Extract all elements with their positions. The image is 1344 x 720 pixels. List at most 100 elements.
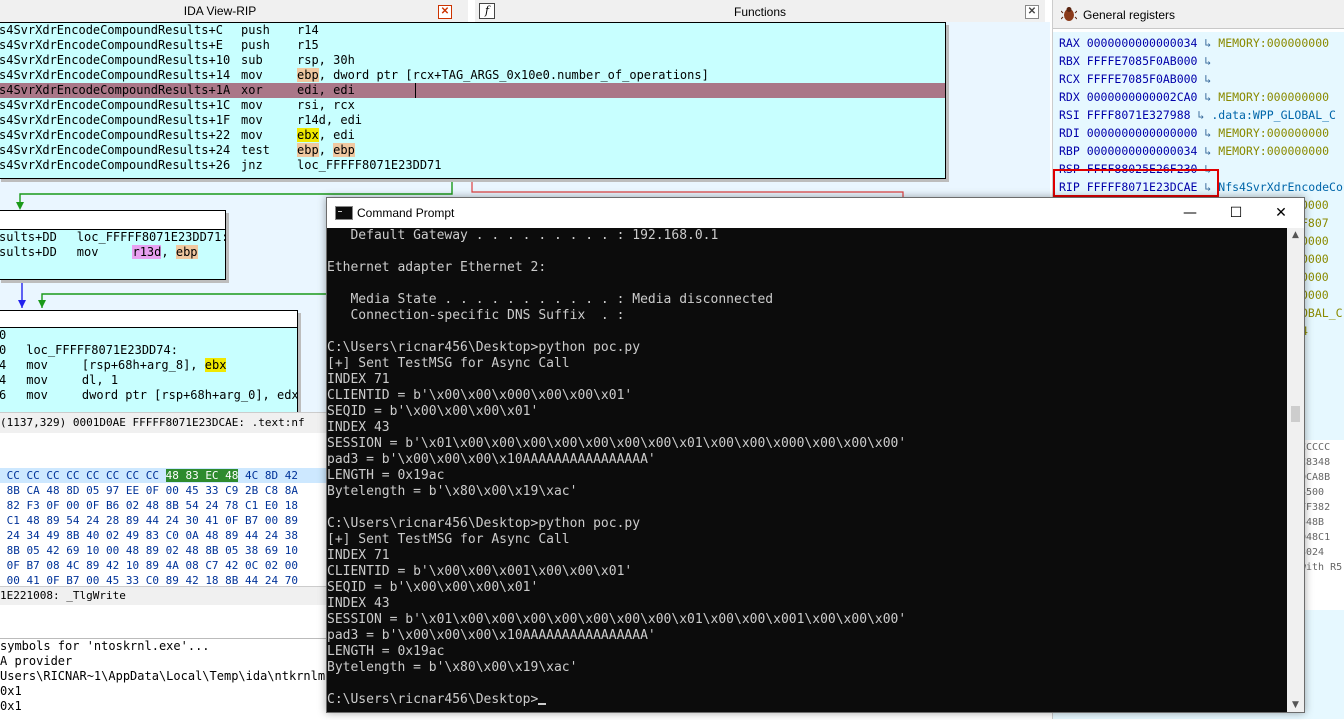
hex-row[interactable]: 8B CA 48 8D 05 97 EE 0F 00 45 33 C9 2B C… bbox=[0, 483, 330, 498]
asm-mnemonic: mov bbox=[26, 358, 48, 372]
register-value[interactable]: FFFFE7085F0AB000 bbox=[1087, 54, 1205, 68]
jump-arrow-icon[interactable]: ↳ bbox=[1204, 54, 1218, 68]
terminal-line: Ethernet adapter Ethernet 2: bbox=[327, 260, 547, 275]
register-value[interactable]: 0000000000002CA0 bbox=[1087, 90, 1205, 104]
close-icon[interactable]: ✕ bbox=[1025, 5, 1039, 19]
asm-line[interactable]: s4SvrXdrEncodeCompoundResults+E push r15 bbox=[0, 38, 945, 53]
register-value[interactable]: 0000000000000034 bbox=[1087, 144, 1205, 158]
register-row-rbx[interactable]: RBX FFFFE7085F0AB000 ↳ bbox=[1059, 52, 1218, 70]
hex-bytes: 8B 54 24 78 C1 E0 18 bbox=[165, 499, 299, 512]
asm-line[interactable]: s4SvrXdrEncodeCompoundResults+1F mov r14d,… bbox=[0, 113, 945, 128]
hex-row[interactable]: 8B 05 42 69 10 00 48 89 02 48 8B 05 38 6… bbox=[0, 543, 330, 558]
hex-fragment: CCCCC bbox=[1300, 442, 1331, 453]
scrollbar-thumb[interactable] bbox=[1291, 406, 1300, 422]
register-fragment: 0000 bbox=[1301, 234, 1329, 248]
scroll-up-icon[interactable]: ▲ bbox=[1287, 228, 1304, 242]
jump-arrow-icon[interactable]: ↳ bbox=[1204, 144, 1218, 158]
registers-title: General registers bbox=[1083, 8, 1176, 22]
asm-line[interactable]: s4SvrXdrEncodeCompoundResults+14 mov ebp, … bbox=[0, 68, 945, 83]
asm-line[interactable]: 4 mov [rsp+68h+arg_8], ebx bbox=[0, 358, 297, 373]
output-line: A provider bbox=[0, 654, 73, 668]
jump-arrow-icon[interactable]: ↳ bbox=[1197, 108, 1211, 122]
asm-operand: rsi, rcx bbox=[297, 98, 355, 112]
terminal-cursor bbox=[538, 703, 547, 705]
jump-arrow-icon[interactable]: ↳ bbox=[1204, 72, 1218, 86]
minimize-button[interactable]: — bbox=[1167, 198, 1213, 228]
asm-line[interactable]: 4 mov dl, 1 bbox=[0, 373, 297, 388]
asm-line[interactable]: s4SvrXdrEncodeCompoundResults+24 test ebp,… bbox=[0, 143, 945, 158]
hex-row[interactable]: 82 F3 0F 00 0F B6 02 48 8B 54 24 78 C1 E… bbox=[0, 498, 330, 513]
register-fragment: OBAL_C bbox=[1301, 306, 1343, 320]
terminal-scrollbar[interactable]: ▲ ▼ bbox=[1287, 228, 1304, 712]
asm-mnemonic: mov bbox=[241, 68, 263, 82]
jump-arrow-icon[interactable]: ↳ bbox=[1204, 36, 1218, 50]
asm-operand: ebx bbox=[204, 358, 227, 372]
hex-fragment: 548B bbox=[1300, 517, 1325, 528]
register-row-rbp[interactable]: RBP 0000000000000034 ↳ MEMORY:000000000 bbox=[1059, 142, 1329, 160]
block-header bbox=[0, 211, 225, 230]
asm-address: s4SvrXdrEncodeCompoundResults+1A bbox=[0, 83, 231, 97]
asm-operands: r14d, edi bbox=[297, 113, 362, 128]
asm-line[interactable]: 6 mov dword ptr [rsp+68h+arg_0], edx bbox=[0, 388, 299, 403]
asm-address: sults+DD bbox=[0, 245, 57, 259]
terminal-line: SESSION = b'\x01\x00\x00\x00\x00\x00\x00… bbox=[327, 436, 907, 451]
register-value[interactable]: FFFF8071E327988 bbox=[1087, 108, 1198, 122]
hex-row[interactable]: CC CC CC CC CC CC CC CC 48 83 EC 48 4C 8… bbox=[0, 468, 330, 483]
terminal-line: INDEX 71 bbox=[327, 372, 390, 387]
register-row-rcx[interactable]: RCX FFFFE7085F0AB000 ↳ bbox=[1059, 70, 1218, 88]
asm-mnemonic: mov bbox=[241, 128, 263, 142]
terminal-line: LENGTH = 0x19ac bbox=[327, 468, 445, 483]
functions-tab[interactable]: f Functions ✕ bbox=[475, 0, 1045, 23]
asm-line[interactable]: s4SvrXdrEncodeCompoundResults+10 sub rsp, … bbox=[0, 53, 945, 68]
asm-mnemonic: mov bbox=[241, 98, 263, 112]
asm-operand: ebx bbox=[297, 128, 319, 142]
asm-line[interactable]: s4SvrXdrEncodeCompoundResults+C push r14 bbox=[0, 23, 945, 38]
hex-row[interactable]: C1 48 89 54 24 28 89 44 24 30 41 0F B7 0… bbox=[0, 513, 330, 528]
register-name: RBX bbox=[1059, 54, 1087, 68]
asm-line[interactable]: s4SvrXdrEncodeCompoundResults+1C mov rsi, … bbox=[0, 98, 945, 113]
command-prompt-window[interactable]: Command Prompt — ☐ ✕ Default Gateway . .… bbox=[326, 197, 1305, 713]
asm-line[interactable]: s4SvrXdrEncodeCompoundResults+26 jnz loc_F… bbox=[0, 158, 945, 173]
register-value[interactable]: 0000000000000000 bbox=[1087, 126, 1205, 140]
terminal-line: [+] Sent TestMSG for Async Call bbox=[327, 356, 570, 371]
asm-address: s4SvrXdrEncodeCompoundResults+C bbox=[0, 23, 223, 37]
terminal-line: INDEX 43 bbox=[327, 420, 390, 435]
maximize-button[interactable]: ☐ bbox=[1213, 198, 1259, 228]
asm-line[interactable]: 0 bbox=[0, 328, 297, 343]
output-window[interactable]: symbols for 'ntoskrnl.exe'... A provider U… bbox=[0, 638, 340, 720]
ida-view-tab[interactable]: IDA View-RIP ✕ bbox=[0, 0, 468, 23]
asm-label: loc_FFFFF8071E23DD71: bbox=[76, 230, 229, 244]
asm-line[interactable]: 0 loc_FFFFF8071E23DD74: bbox=[0, 343, 297, 358]
cmd-titlebar[interactable]: Command Prompt — ☐ ✕ bbox=[327, 198, 1304, 228]
asm-line[interactable]: sults+DD loc_FFFFF8071E23DD71: bbox=[0, 230, 229, 245]
asm-line[interactable]: sults+DD mov r13d, ebp bbox=[0, 245, 225, 260]
register-value[interactable]: 0000000000000034 bbox=[1087, 36, 1205, 50]
close-icon[interactable]: ✕ bbox=[438, 5, 452, 19]
jump-arrow-icon[interactable]: ↳ bbox=[1204, 126, 1218, 140]
terminal-output[interactable]: Default Gateway . . . . . . . . . : 192.… bbox=[327, 228, 1287, 712]
hex-view[interactable]: CC CC CC CC CC CC CC CC 48 83 EC 48 4C 8… bbox=[0, 468, 330, 587]
code-block-main[interactable]: s4SvrXdrEncodeCompoundResults+C push r14 s4… bbox=[0, 22, 946, 179]
register-row-rdx[interactable]: RDX 0000000000002CA0 ↳ MEMORY:000000000 bbox=[1059, 88, 1329, 106]
register-row-rsi[interactable]: RSI FFFF8071E327988 ↳ .data:WPP_GLOBAL_C bbox=[1059, 106, 1336, 124]
asm-address: 4 bbox=[0, 373, 7, 387]
register-fragment: F807 bbox=[1301, 216, 1329, 230]
hex-row[interactable]: 0F B7 08 4C 89 42 10 89 4A 08 C7 42 0C 0… bbox=[0, 558, 330, 573]
asm-line[interactable]: s4SvrXdrEncodeCompoundResults+1A xor edi, … bbox=[0, 83, 945, 98]
asm-operands: loc_FFFFF8071E23DD71 bbox=[297, 158, 442, 173]
close-button[interactable]: ✕ bbox=[1258, 198, 1304, 228]
code-block-loc-dd71[interactable]: sults+DD loc_FFFFF8071E23DD71: sults+DD mov… bbox=[0, 210, 229, 280]
register-comment: MEMORY:000000000 bbox=[1218, 36, 1330, 50]
scroll-down-icon[interactable]: ▼ bbox=[1287, 698, 1304, 712]
asm-line[interactable]: s4SvrXdrEncodeCompoundResults+22 mov ebx, … bbox=[0, 128, 945, 143]
output-line: symbols for 'ntoskrnl.exe'... bbox=[0, 639, 210, 653]
asm-operand: , dword ptr [rcx+TAG_ARGS_0x10e0.number_… bbox=[318, 68, 709, 82]
code-block-loc-dd74[interactable]: 0 0 loc_FFFFF8071E23DD74: 4 mov [rsp+68h+arg_… bbox=[0, 310, 299, 422]
register-row-rax[interactable]: RAX 0000000000000034 ↳ MEMORY:000000000 bbox=[1059, 34, 1329, 52]
register-comment: MEMORY:000000000 bbox=[1218, 144, 1330, 158]
register-value[interactable]: FFFFE7085F0AB000 bbox=[1087, 72, 1205, 86]
hex-row[interactable]: 24 34 49 8B 40 02 49 83 C0 0A 48 89 44 2… bbox=[0, 528, 330, 543]
jump-arrow-icon[interactable]: ↳ bbox=[1204, 90, 1218, 104]
register-row-rdi[interactable]: RDI 0000000000000000 ↳ MEMORY:000000000 bbox=[1059, 124, 1329, 142]
asm-operand: , edi bbox=[318, 128, 355, 142]
